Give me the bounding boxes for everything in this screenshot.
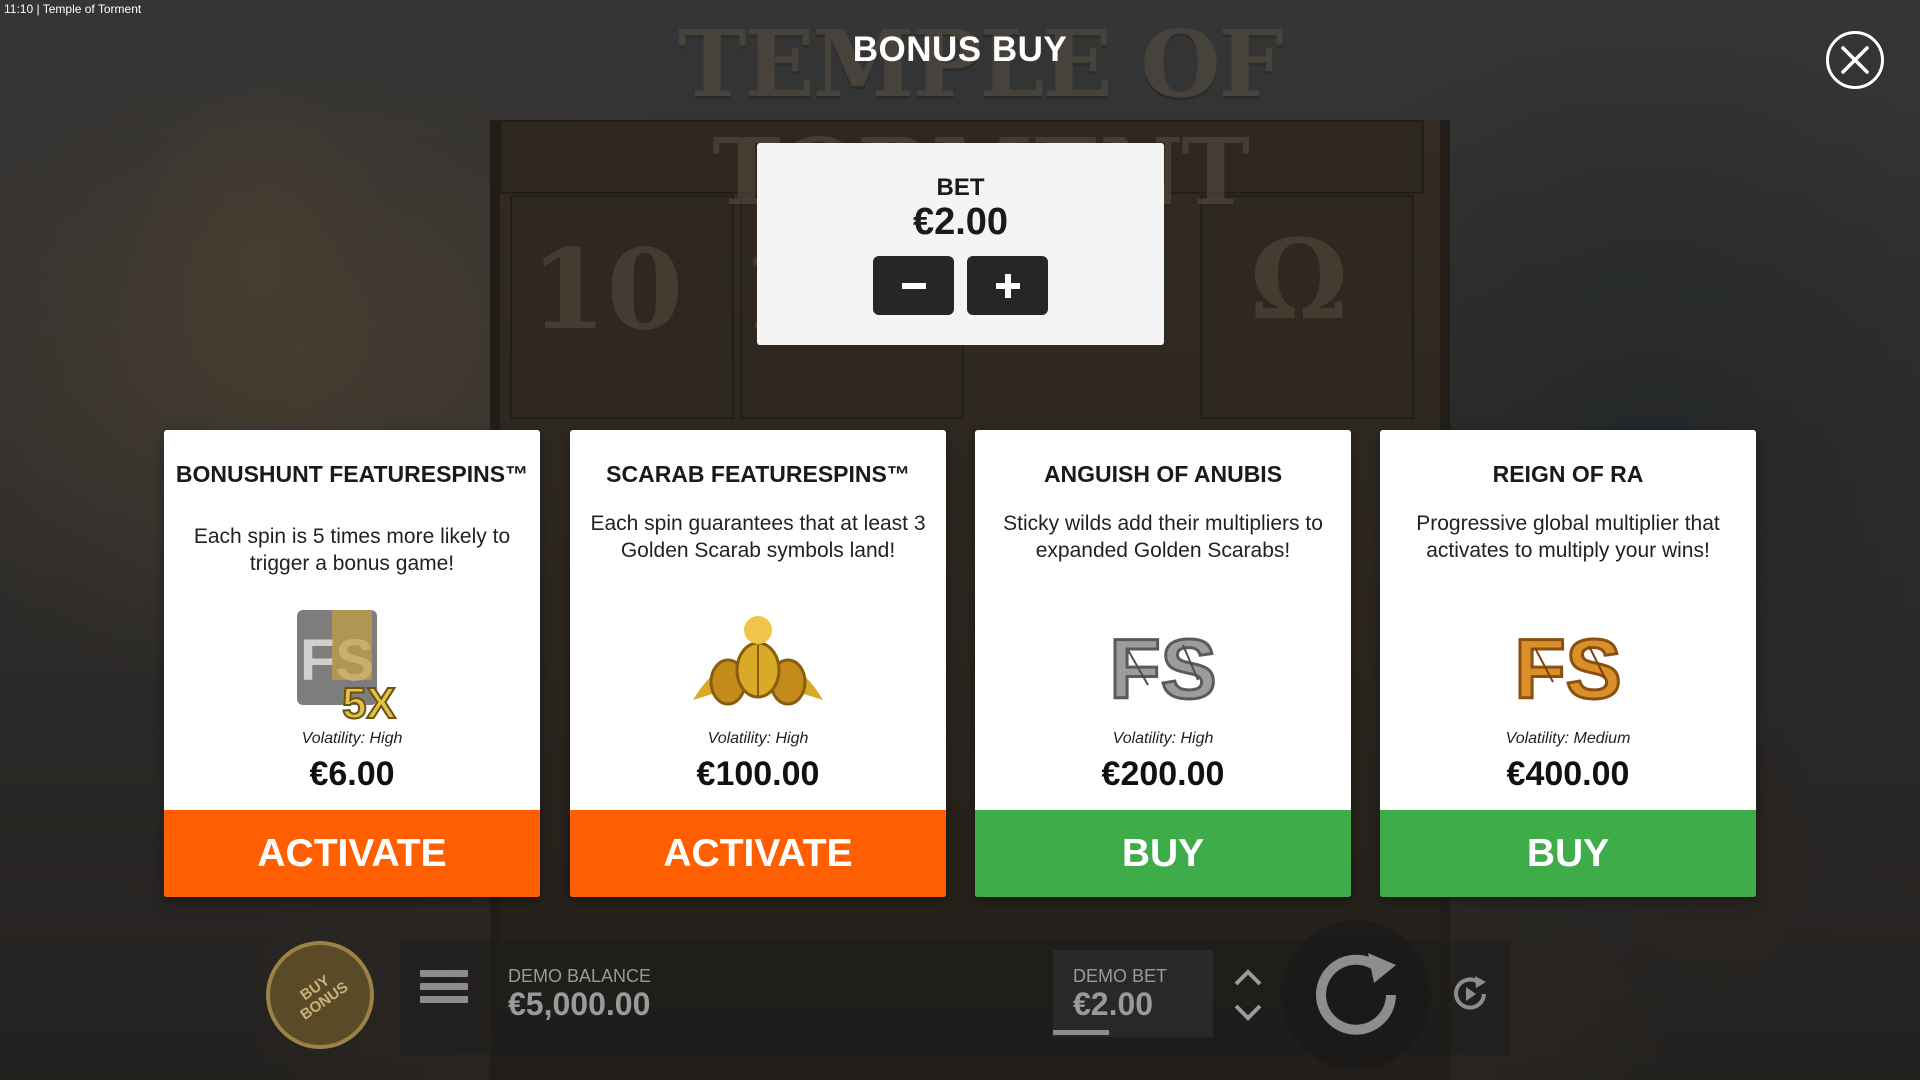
bonus-card-scarab: SCARAB FEATURESPINS™ Each spin guarantee… (570, 430, 946, 897)
bet-panel: BET €2.00 (757, 143, 1164, 345)
card-description: Each spin is 5 times more likely to trig… (193, 525, 511, 575)
activate-button[interactable]: ACTIVATE (164, 810, 540, 897)
card-description: Each spin guarantees that at least 3 Gol… (590, 512, 926, 562)
svg-text:FS: FS (1514, 622, 1621, 716)
up-down-arrows-icon (1234, 969, 1262, 1021)
decrease-bet-button[interactable] (873, 256, 954, 315)
svg-text:5X: 5X (342, 679, 396, 728)
bonus-card-anubis: ANGUISH OF ANUBIS Sticky wilds add their… (975, 430, 1351, 897)
card-title: BONUSHUNT FEATURESPINS™ (175, 461, 529, 487)
spin-button[interactable] (1281, 920, 1431, 1070)
bonus-card-reign-of-ra: REIGN OF RA Progressive global multiplie… (1380, 430, 1756, 897)
golden-scarabs-icon (683, 590, 833, 740)
bet-adjust-arrows[interactable] (1228, 960, 1268, 1030)
bonus-buy-title: BONUS BUY (852, 30, 1068, 69)
minus-icon (901, 282, 926, 289)
bet-label: BET (936, 174, 985, 201)
card-title: SCARAB FEATURESPINS™ (606, 461, 910, 487)
card-description: Sticky wilds add their multipliers to ex… (1003, 512, 1323, 562)
card-price: €400.00 (1506, 755, 1630, 793)
card-title: REIGN OF RA (1492, 461, 1644, 487)
bet-level-indicator (1053, 1030, 1109, 1035)
buy-bonus-button[interactable]: BUY BONUS (266, 941, 374, 1049)
balance-value: €5,000.00 (508, 986, 651, 1022)
fs-5x-badge-icon: FS 5X (277, 590, 427, 740)
card-volatility: Volatility: High (1112, 730, 1214, 747)
buy-button[interactable]: BUY (1380, 810, 1756, 897)
buy-bonus-label: BUY BONUS (297, 971, 352, 1024)
buy-button[interactable]: BUY (975, 810, 1351, 897)
game-title: Temple of Torment (42, 2, 142, 16)
bonus-card-bonushunt: BONUSHUNT FEATURESPINS™ Each spin is 5 t… (164, 430, 540, 897)
svg-text:FS: FS (1109, 622, 1216, 716)
fs-stone-badge-icon: FS (1088, 590, 1238, 740)
fs-gold-badge-icon: FS (1493, 590, 1643, 740)
spin-icon (1316, 953, 1396, 1035)
card-title: ANGUISH OF ANUBIS (1043, 461, 1283, 487)
clock-time: 11:10 (4, 2, 34, 16)
close-button[interactable] (1826, 31, 1884, 89)
demo-bet-value: €2.00 (1073, 986, 1154, 1022)
autoplay-icon (1454, 976, 1486, 1010)
card-price: €100.00 (696, 755, 820, 793)
card-price: €200.00 (1101, 755, 1225, 793)
autoplay-button[interactable] (1448, 972, 1492, 1016)
card-price: €6.00 (309, 755, 395, 793)
close-icon (1841, 46, 1869, 74)
card-description: Progressive global multiplier that activ… (1416, 512, 1720, 562)
plus-icon (995, 273, 1020, 298)
card-volatility: Volatility: High (707, 730, 809, 747)
bet-value: €2.00 (912, 201, 1009, 243)
increase-bet-button[interactable] (967, 256, 1048, 315)
activate-button[interactable]: ACTIVATE (570, 810, 946, 897)
demo-bet-label: DEMO BET (1073, 966, 1168, 986)
card-volatility: Volatility: High (301, 730, 403, 747)
hamburger-menu-icon (420, 970, 468, 977)
menu-button[interactable] (420, 970, 468, 1010)
window-title: 11:10 | Temple of Torment (4, 2, 142, 16)
card-volatility: Volatility: Medium (1505, 730, 1631, 747)
balance-label: DEMO BALANCE (508, 966, 652, 986)
